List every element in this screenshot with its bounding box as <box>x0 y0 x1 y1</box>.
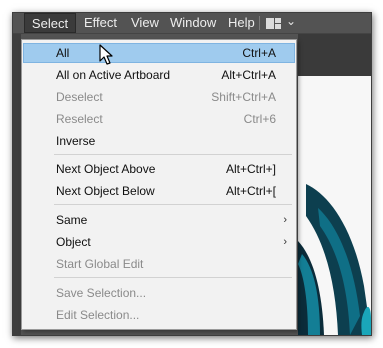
menu-item-next-object-below[interactable]: Next Object Below Alt+Ctrl+[ <box>23 181 295 201</box>
artwork-illustration[interactable] <box>298 76 371 335</box>
menu-item-same[interactable]: Same › <box>23 210 295 230</box>
menu-item-label: Edit Selection... <box>56 308 140 322</box>
menu-item-label: Deselect <box>56 90 103 104</box>
menu-item-all[interactable]: All Ctrl+A <box>23 43 295 63</box>
menu-item-object[interactable]: Object › <box>23 232 295 252</box>
menu-separator <box>54 277 292 278</box>
menu-item-all-on-active-artboard[interactable]: All on Active Artboard Alt+Ctrl+A <box>23 65 295 85</box>
select-dropdown-menu: All Ctrl+A All on Active Artboard Alt+Ct… <box>21 39 297 330</box>
menu-item-next-object-above[interactable]: Next Object Above Alt+Ctrl+] <box>23 159 295 179</box>
menu-window[interactable]: Window <box>170 13 216 33</box>
menu-item-label: All <box>56 46 70 60</box>
menu-item-label: Save Selection... <box>56 286 147 300</box>
workspace-layout-icon[interactable] <box>266 18 281 29</box>
menu-item-shortcut: Shift+Ctrl+A <box>211 90 276 104</box>
menu-item-save-selection[interactable]: Save Selection... <box>23 283 295 303</box>
menu-item-reselect[interactable]: Reselect Ctrl+6 <box>23 109 295 129</box>
menu-separator <box>54 154 292 155</box>
menu-item-start-global-edit[interactable]: Start Global Edit <box>23 254 295 274</box>
menubar-divider <box>259 16 260 30</box>
menu-help[interactable]: Help <box>228 13 255 33</box>
menu-item-shortcut: Ctrl+A <box>242 46 276 60</box>
document-tab-area <box>298 34 371 76</box>
menu-select[interactable]: Select <box>24 13 76 33</box>
menu-separator <box>54 204 292 205</box>
left-panel-edge <box>13 34 21 335</box>
menu-item-label: Start Global Edit <box>56 257 144 271</box>
menu-item-label: Same <box>56 213 88 227</box>
menu-bar: Select Effect View Window Help ⌄ <box>13 13 371 34</box>
mouse-pointer-icon <box>99 44 113 65</box>
menu-item-label: Inverse <box>56 134 96 148</box>
menu-item-inverse[interactable]: Inverse <box>23 131 295 151</box>
menu-effect[interactable]: Effect <box>84 13 117 33</box>
menu-item-shortcut: Ctrl+6 <box>243 112 276 126</box>
menu-view[interactable]: View <box>131 13 159 33</box>
menu-item-shortcut: Alt+Ctrl+A <box>221 68 276 82</box>
menu-item-label: Next Object Below <box>56 184 155 198</box>
menu-item-edit-selection[interactable]: Edit Selection... <box>23 305 295 325</box>
menu-item-shortcut: Alt+Ctrl+[ <box>225 184 276 198</box>
menu-item-label: Object <box>56 235 91 249</box>
menu-item-shortcut: Alt+Ctrl+] <box>225 162 276 176</box>
submenu-arrow-icon: › <box>283 214 287 226</box>
menu-item-label: Next Object Above <box>56 162 156 176</box>
chevron-down-icon[interactable]: ⌄ <box>286 14 296 28</box>
menu-item-label: All on Active Artboard <box>56 68 171 82</box>
menu-item-deselect[interactable]: Deselect Shift+Ctrl+A <box>23 87 295 107</box>
menu-item-label: Reselect <box>56 112 103 126</box>
submenu-arrow-icon: › <box>283 236 287 248</box>
